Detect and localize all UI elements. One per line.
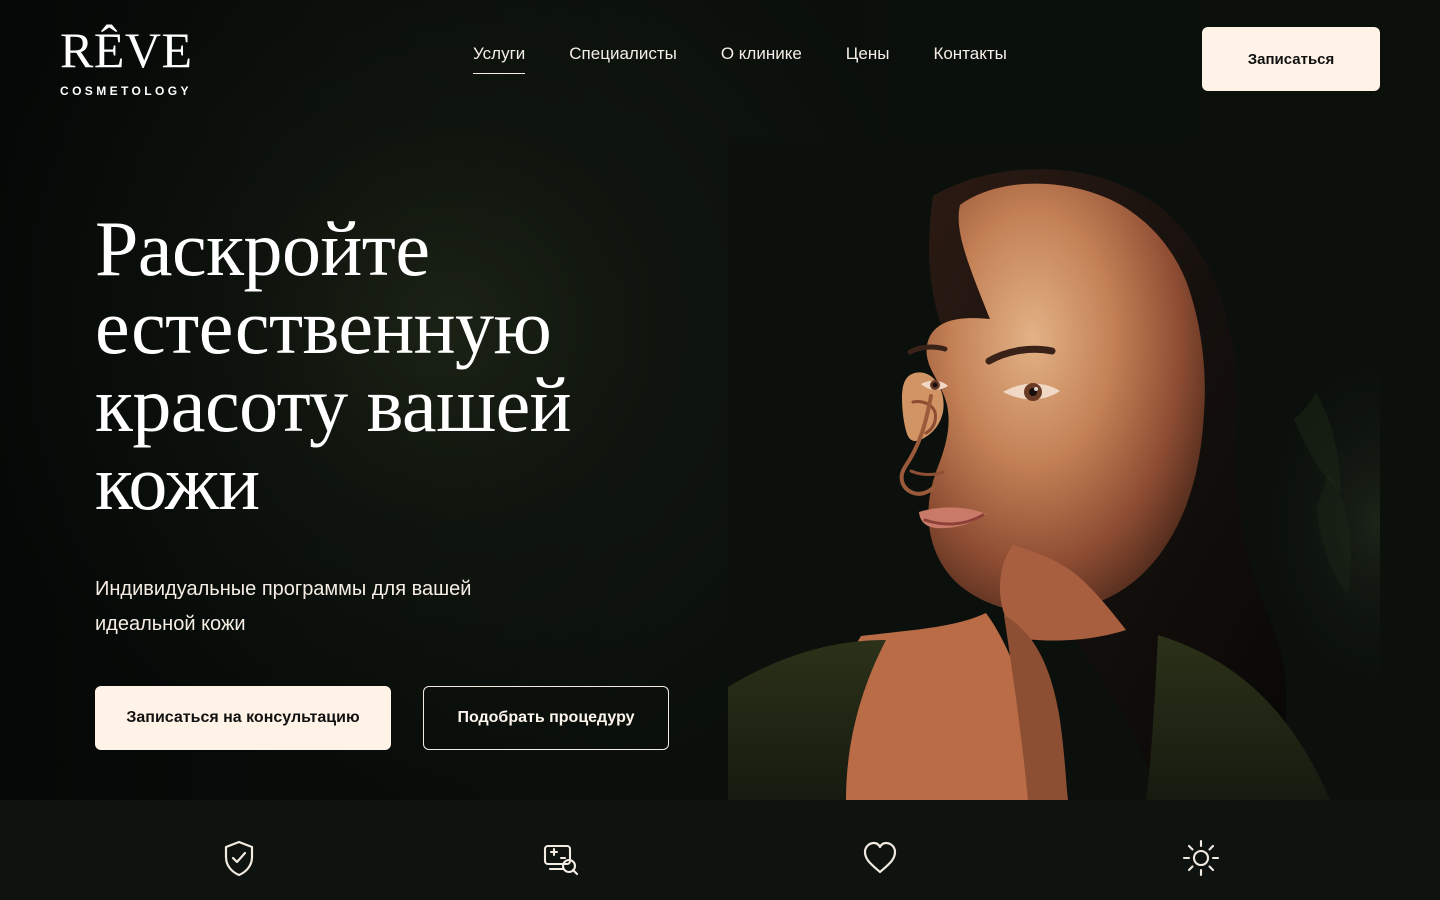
main-navigation: Услуги Специалисты О клинике Цены Контак… [473, 44, 1007, 76]
hero-title-line: красоту вашей [95, 361, 572, 448]
skin-analysis-icon [540, 838, 580, 878]
hero-title-line: Раскройте [95, 205, 430, 292]
heart-icon [860, 838, 900, 878]
features-strip [0, 800, 1440, 900]
site-header: RÊVE COSMETOLOGY Услуги Специалисты О кл… [0, 0, 1440, 118]
nav-link-prices[interactable]: Цены [846, 44, 890, 64]
hero-subtitle-line: идеальной кожи [95, 613, 246, 635]
hero-portrait [728, 143, 1380, 800]
hero-actions: Записаться на консультацию Подобрать про… [95, 686, 669, 750]
hero-title-line: естественную [95, 283, 552, 370]
hero-title-line: кожи [95, 439, 260, 526]
brand-tagline: COSMETOLOGY [60, 84, 192, 98]
nav-link-specialists[interactable]: Специалисты [569, 44, 677, 64]
brand-logo[interactable]: RÊVE COSMETOLOGY [60, 24, 210, 104]
sun-icon [1181, 838, 1221, 878]
landing-page: RÊVE COSMETOLOGY Услуги Специалисты О кл… [0, 0, 1440, 900]
hero-content: Раскройте естественную красоту вашей кож… [95, 210, 685, 636]
nav-link-about-clinic[interactable]: О клинике [721, 44, 802, 64]
consultation-button[interactable]: Записаться на консультацию [95, 686, 391, 750]
nav-link-contacts[interactable]: Контакты [933, 44, 1006, 64]
procedure-finder-button[interactable]: Подобрать процедуру [423, 686, 669, 750]
hero-title: Раскройте естественную красоту вашей кож… [95, 210, 685, 522]
shield-check-icon [219, 838, 259, 878]
brand-name: RÊVE [60, 22, 193, 78]
portrait-illustration [728, 143, 1380, 800]
hero-subtitle-line: Индивидуальные программы для вашей [95, 578, 472, 600]
nav-link-services[interactable]: Услуги [473, 44, 526, 74]
header-booking-button[interactable]: Записаться [1202, 27, 1380, 91]
hero-subtitle: Индивидуальные программы для вашей идеал… [95, 572, 515, 642]
